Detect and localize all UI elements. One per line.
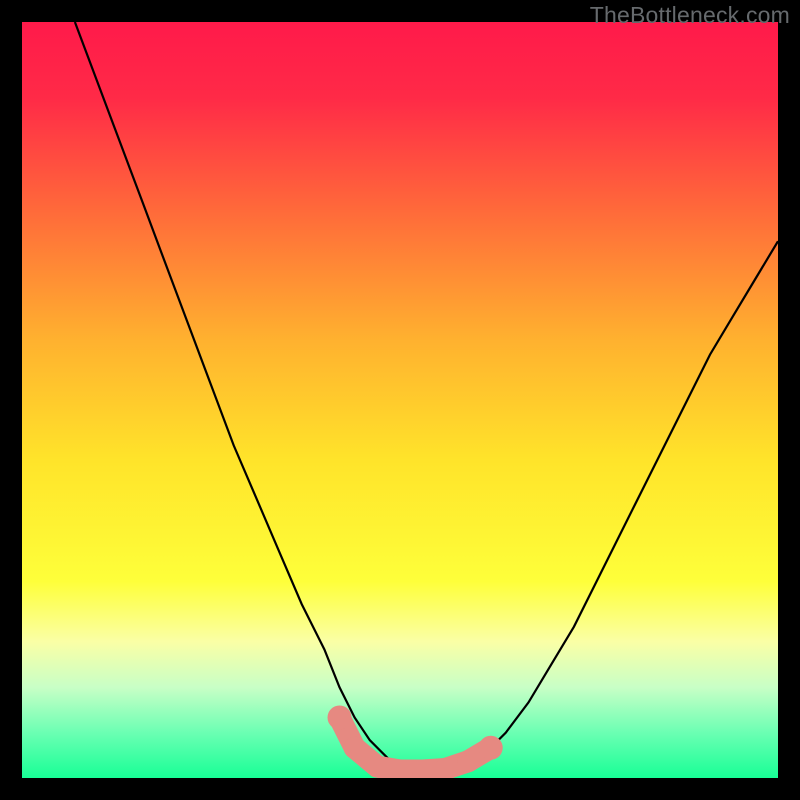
watermark-text: TheBottleneck.com: [590, 2, 790, 29]
plot-area: [22, 22, 778, 778]
gradient-bg: [22, 22, 778, 778]
chart-frame: TheBottleneck.com: [0, 0, 800, 800]
highlight-end: [328, 706, 352, 730]
highlight-end: [479, 736, 503, 760]
chart-svg: [22, 22, 778, 778]
